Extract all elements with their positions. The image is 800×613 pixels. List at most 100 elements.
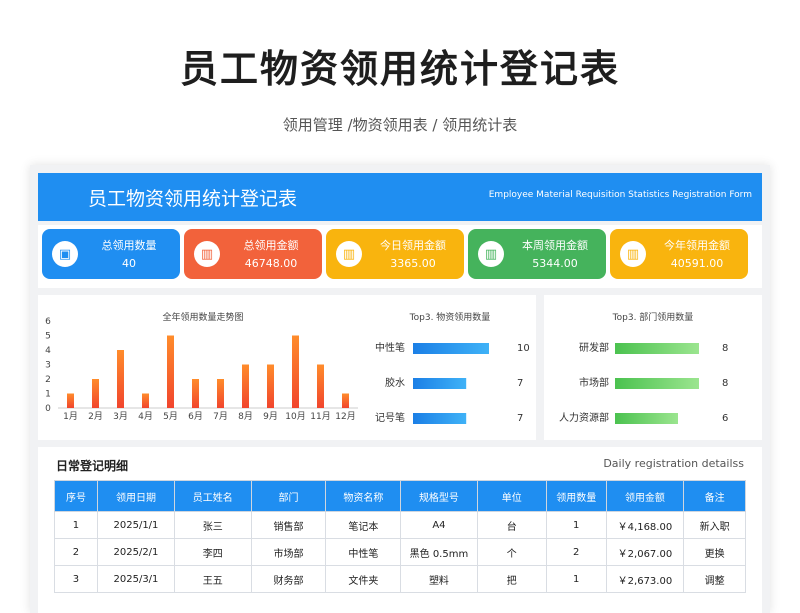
dept-chart: Top3. 部门领用数量研发部 8 市场部 8 人力资源部 6	[559, 311, 728, 424]
table-cell: 中性笔	[325, 538, 402, 566]
kpi-value: 5344.00	[532, 257, 578, 270]
chart-bar	[342, 393, 349, 408]
bar-chart-icon: ▥	[620, 241, 646, 267]
detail-subtitle: Daily registration detailss	[603, 457, 744, 470]
x-tick-label: 11月	[310, 411, 330, 422]
x-tick-label: 5月	[163, 411, 178, 422]
data-label: 6	[722, 413, 728, 424]
kpi-card: ▥ 总领用金额 46748.00	[184, 229, 322, 279]
column-header: 物资名称	[325, 480, 402, 512]
kpi-value: 3365.00	[390, 257, 436, 270]
x-tick-label: 4月	[138, 411, 153, 422]
table-cell: 李四	[173, 538, 252, 566]
x-tick-label: 9月	[263, 411, 278, 422]
banner-title: 员工物资领用统计登记表	[88, 188, 298, 210]
y-tick-label: 1	[45, 390, 51, 400]
table-cell: 2025/3/1	[96, 565, 175, 593]
page-subtitle: 领用管理 /物资领用表 / 领用统计表	[282, 116, 518, 134]
x-tick-label: 2月	[88, 411, 103, 422]
column-header: 规格型号	[400, 480, 478, 512]
table-cell: 更换	[683, 538, 746, 566]
kpi-label: 总领用数量	[101, 239, 157, 252]
detail-section: 日常登记明细 Daily registration detailss 序号 领用日…	[38, 447, 762, 613]
table-cell: ￥2,067.00	[605, 538, 685, 566]
data-label: 7	[517, 413, 523, 424]
data-label: 10	[517, 343, 530, 354]
table-row: 3 2025/3/1 王五 财务部 文件夹 塑料把 1 ￥2,673.00 调整	[54, 565, 746, 593]
table-row: 2 2025/2/1 李四 市场部 中性笔 黑色 0.5mm 个 2 ￥2,067.00 更换	[54, 538, 746, 566]
y-tick-label: 记号笔	[375, 411, 405, 424]
monthly-chart: 全年领用数量走势图65432101月 2月 3月 4月 5月 6月 7月 8月 9月 10月 11月…	[45, 311, 530, 424]
y-tick-label: 5	[45, 332, 51, 342]
table-cell: 张三	[173, 511, 252, 539]
y-tick-label: 2	[45, 375, 51, 385]
table-cell: 调整	[683, 565, 746, 593]
kpi-label: 本周领用金额	[522, 239, 588, 252]
kpi-row: ▣ 总领用数量 40 ▥ 总领用金额 46748.00 ▥ 今日领用金额 3365.00 ▥ 本周领…	[38, 225, 762, 288]
table-cell: 2	[545, 538, 607, 566]
table-cell: 王五	[173, 565, 252, 593]
column-header: 领用日期	[96, 480, 175, 512]
bar-chart-icon: ▥	[336, 241, 362, 267]
dept-chart-panel: Top3. 部门领用数量 研发部 8 市场部 8 人力资源部 6	[544, 295, 762, 440]
kpi-card: ▣ 总领用数量 40	[42, 229, 180, 279]
table-cell: 1	[545, 511, 607, 539]
table-cell: 3	[54, 565, 98, 593]
x-tick-label: 6月	[188, 411, 203, 422]
column-header: 员工姓名	[173, 480, 252, 512]
table-cell: ￥4,168.00	[605, 511, 685, 539]
table-cell: 销售部	[250, 511, 327, 539]
chart-bar	[413, 413, 467, 424]
table-cell: 1	[54, 511, 98, 539]
data-label: 8	[722, 343, 728, 354]
column-header: 领用金额	[605, 480, 685, 512]
x-tick-label: 12月	[335, 411, 355, 422]
x-tick-label: 7月	[213, 411, 228, 422]
bar-chart-icon: ▥	[478, 241, 504, 267]
table-cell: 把	[476, 565, 547, 593]
table-cell: 新入职	[683, 511, 746, 539]
column-header: 序号	[54, 480, 98, 512]
chart-bar	[292, 335, 299, 408]
x-tick-label: 8月	[238, 411, 253, 422]
chart-bar	[413, 378, 467, 389]
kpi-label: 今日领用金额	[380, 239, 446, 252]
detail-title: 日常登记明细	[56, 459, 129, 473]
chart-bar	[615, 413, 678, 424]
chart-bar	[92, 379, 99, 408]
table-cell: 个	[476, 538, 547, 566]
monthly-chart-panel: 全年领用数量走势图 6 5 4 3 2 1 0 1月 2月 3月 4月 5月 6月 7月 8月 9月 10月 11月…	[38, 295, 536, 440]
detail-table: 序号 领用日期 员工姓名 部门 物资名称 规格型号 单位 领用数量 领用金额 备注 1 2025/1…	[54, 480, 746, 593]
table-cell: 台	[476, 511, 547, 539]
chart-title: Top3. 物资领用数量	[409, 311, 491, 323]
column-header: 备注	[683, 480, 746, 512]
chart-bar	[217, 379, 224, 408]
data-label: 8	[722, 378, 728, 389]
kpi-value: 46748.00	[244, 257, 298, 270]
y-tick-label: 市场部	[579, 376, 609, 389]
chart-bar	[615, 343, 699, 354]
chart-bar	[117, 350, 124, 408]
column-header: 领用数量	[545, 480, 607, 512]
bar-chart-icon: ▥	[194, 241, 220, 267]
x-tick-label: 10月	[285, 411, 305, 422]
column-header: 部门	[250, 480, 327, 512]
table-row: 1 2025/1/1 张三 销售部 笔记本 A4 台 1 ￥4,168.00 新入职	[54, 511, 746, 539]
kpi-label: 今年领用金额	[664, 239, 730, 252]
x-tick-label: 1月	[63, 411, 78, 422]
table-cell: ￥2,673.00	[605, 565, 685, 593]
chart-bar	[167, 335, 174, 408]
dashboard-sheet: 员工物资领用统计登记表 Employee Material Requisitio…	[30, 165, 770, 613]
kpi-card: ▥ 本周领用金额 5344.00	[468, 229, 606, 279]
chart-bar	[317, 364, 324, 408]
table-cell: 1	[545, 565, 607, 593]
chart-bar	[413, 343, 489, 354]
kpi-label: 总领用金额	[243, 239, 299, 252]
kpi-card: ▥ 今年领用金额 40591.00	[610, 229, 748, 279]
page-title: 员工物资领用统计登记表	[179, 47, 620, 91]
column-header: 单位	[476, 480, 547, 512]
briefcase-icon: ▣	[52, 241, 78, 267]
table-cell: 笔记本	[325, 511, 402, 539]
chart-bar	[242, 364, 249, 408]
chart-bar	[142, 393, 149, 408]
